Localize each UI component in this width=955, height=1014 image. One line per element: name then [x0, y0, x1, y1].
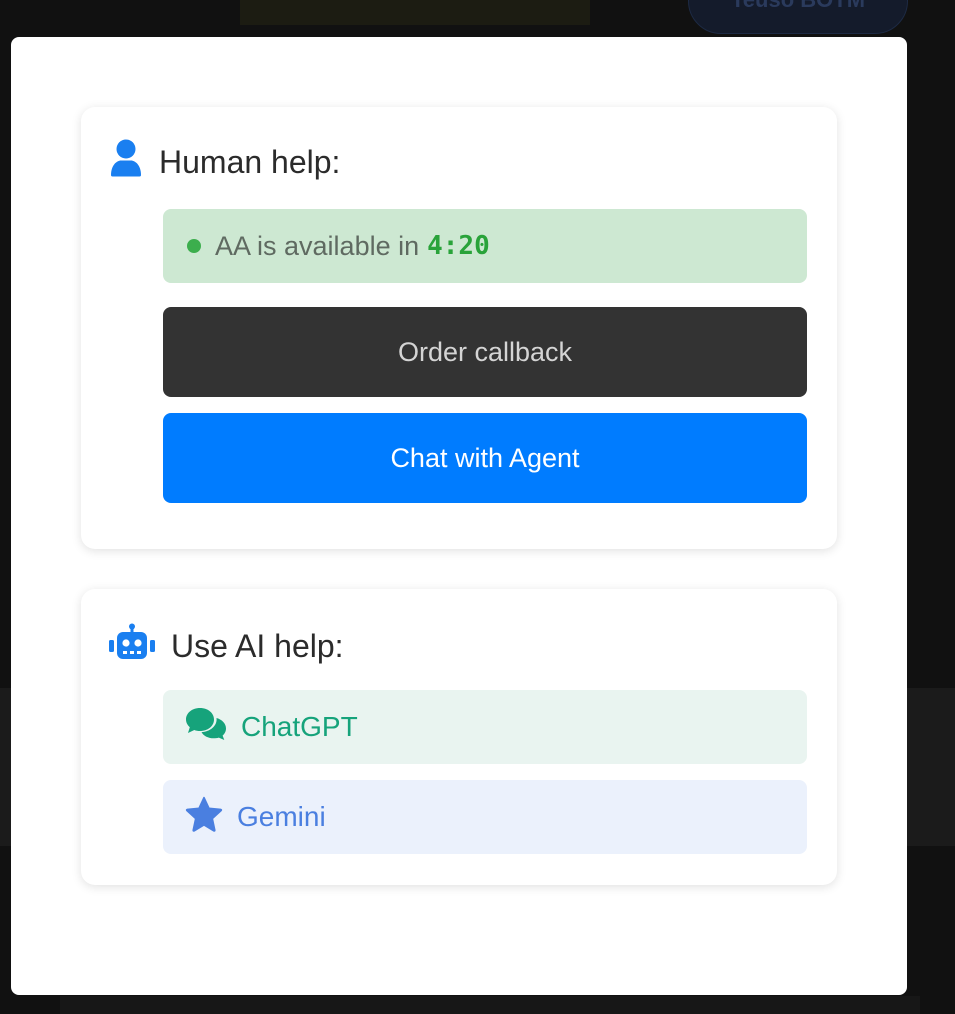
human-help-header: Human help:: [109, 139, 340, 185]
gemini-option[interactable]: Gemini: [163, 780, 807, 854]
availability-text: AA is available in: [215, 230, 420, 261]
availability-status: AA is available in 4:20: [163, 209, 807, 283]
availability-timer: 4:20: [427, 231, 490, 261]
background-button: Teuso BOTM: [688, 0, 908, 34]
chatgpt-option[interactable]: ChatGPT: [163, 690, 807, 764]
chat-with-agent-button[interactable]: Chat with Agent: [163, 413, 807, 503]
robot-icon: [109, 623, 155, 669]
ai-help-card: Use AI help: ChatGPT Gemini: [81, 589, 837, 885]
gemini-label: Gemini: [237, 801, 326, 832]
star-icon: [185, 796, 223, 839]
background-footer: [60, 996, 920, 1014]
human-help-title: Human help:: [159, 143, 341, 180]
status-dot: [187, 239, 201, 253]
help-modal: Human help: AA is available in 4:20 Orde…: [11, 37, 907, 995]
chatgpt-label: ChatGPT: [241, 711, 358, 742]
human-help-card: Human help: AA is available in 4:20 Orde…: [81, 107, 837, 549]
ai-help-header: Use AI help:: [109, 623, 344, 669]
background-banner: [240, 0, 590, 25]
user-icon: [109, 139, 143, 185]
chat-bubbles-icon: [185, 707, 227, 748]
order-callback-button[interactable]: Order callback: [163, 307, 807, 397]
ai-help-title: Use AI help:: [171, 627, 344, 664]
